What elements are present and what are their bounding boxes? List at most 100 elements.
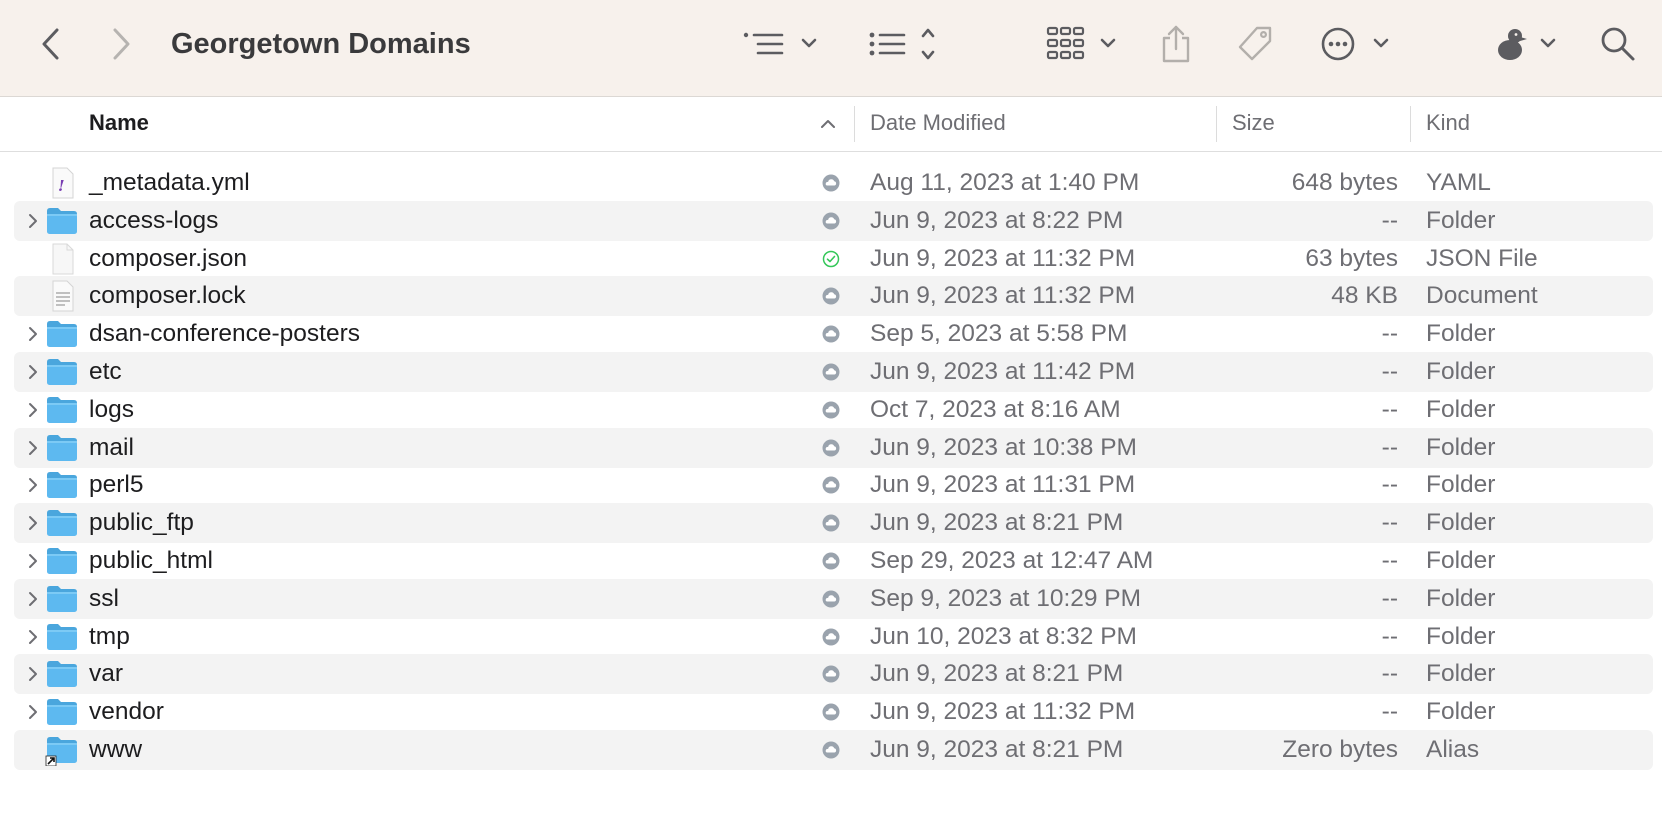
date-modified: Aug 11, 2023 at 1:40 PM — [870, 169, 1140, 196]
disclosure-triangle-icon[interactable] — [24, 703, 42, 721]
file-row[interactable]: public_html Sep 29, 2023 at 12:47 AM -- Fol… — [14, 541, 1653, 581]
file-name: etc — [89, 358, 122, 385]
file-kind: Folder — [1426, 206, 1496, 234]
file-row[interactable]: var Jun 9, 2023 at 8:21 PM -- Folder — [14, 654, 1653, 695]
file-row[interactable]: perl5 Jun 9, 2023 at 11:31 PM -- Folder — [14, 465, 1653, 505]
file-row[interactable]: ssl Sep 9, 2023 at 10:29 PM -- Folder — [14, 578, 1653, 619]
icloud-status-icon — [822, 287, 840, 305]
date-modified: Sep 5, 2023 at 5:58 PM — [870, 320, 1128, 348]
search-button[interactable] — [1598, 24, 1638, 64]
folder-icon — [45, 545, 79, 577]
file-name: vendor — [89, 698, 164, 726]
file-kind: Document — [1426, 282, 1538, 310]
tag-icon — [1238, 26, 1272, 61]
file-row[interactable]: logs Oct 7, 2023 at 8:16 AM -- Folder — [14, 390, 1653, 430]
disclosure-triangle-icon[interactable] — [24, 628, 42, 646]
file-kind: Folder — [1426, 698, 1496, 726]
column-divider[interactable] — [1410, 106, 1411, 142]
chevron-left-icon[interactable] — [34, 24, 68, 64]
disclosure-triangle-icon[interactable] — [24, 325, 42, 343]
file-kind: Folder — [1426, 471, 1496, 499]
disclosure-triangle-icon[interactable] — [24, 212, 42, 230]
file-name: composer.json — [89, 244, 247, 272]
file-size: -- — [1381, 206, 1398, 234]
disclosure-triangle-icon[interactable] — [24, 401, 42, 419]
column-name[interactable]: Name — [89, 97, 149, 151]
file-size: -- — [1381, 471, 1398, 499]
chevron-right-icon[interactable] — [104, 24, 138, 64]
icloud-status-icon — [822, 552, 840, 570]
file-row[interactable]: composer.json Jun 9, 2023 at 11:32 PM 63 b… — [14, 239, 1653, 279]
yaml-file-icon: ! — [45, 167, 79, 199]
column-divider[interactable] — [854, 106, 855, 142]
share-button[interactable] — [1158, 22, 1194, 66]
sync-complete-icon — [822, 250, 840, 268]
disclosure-triangle-icon[interactable] — [24, 665, 42, 683]
file-size: -- — [1381, 660, 1398, 688]
file-size: -- — [1381, 584, 1398, 612]
date-modified: Jun 9, 2023 at 11:32 PM — [870, 244, 1136, 272]
file-kind: JSON File — [1426, 244, 1538, 272]
file-row[interactable]: ! _metadata.yml Aug 11, 2023 at 1:40 PM 648… — [14, 163, 1653, 203]
column-size[interactable]: Size — [1232, 97, 1275, 151]
file-name: perl5 — [89, 471, 144, 499]
icloud-status-icon — [822, 703, 840, 721]
file-row[interactable]: composer.lock Jun 9, 2023 at 11:32 PM 48 K… — [14, 276, 1653, 317]
disclosure-triangle-icon[interactable] — [24, 552, 42, 570]
file-row[interactable]: vendor Jun 9, 2023 at 11:32 PM -- Folder — [14, 692, 1653, 732]
file-kind: Alias — [1426, 736, 1480, 763]
file-kind: Folder — [1426, 320, 1496, 348]
date-modified: Jun 9, 2023 at 8:21 PM — [870, 660, 1124, 688]
file-name: logs — [89, 395, 134, 423]
disclosure-triangle-icon[interactable] — [24, 439, 42, 457]
file-name: composer.lock — [89, 282, 246, 310]
file-name: access-logs — [89, 206, 219, 234]
tag-button[interactable] — [1234, 22, 1276, 66]
folder-icon — [45, 696, 79, 728]
disclosure-triangle-icon[interactable] — [24, 363, 42, 381]
column-header: Name Date Modified Size Kind — [0, 97, 1662, 152]
disclosure-triangle-icon[interactable] — [24, 590, 42, 608]
file-row[interactable]: access-logs Jun 9, 2023 at 8:22 PM -- Folde… — [14, 200, 1653, 241]
file-name: public_html — [89, 547, 213, 574]
folder-icon — [45, 583, 79, 615]
file-size: -- — [1381, 395, 1398, 423]
file-row[interactable]: tmp Jun 10, 2023 at 8:32 PM -- Folder — [14, 617, 1653, 657]
file-row[interactable]: mail Jun 9, 2023 at 10:38 PM -- Folder — [14, 427, 1653, 468]
folder-icon — [45, 205, 79, 237]
icon-grid-icon — [1046, 26, 1116, 60]
file-size: -- — [1381, 547, 1398, 574]
file-row[interactable]: www Jun 9, 2023 at 8:21 PM Zero bytes Alias — [14, 730, 1653, 770]
column-kind[interactable]: Kind — [1426, 97, 1470, 151]
sort-ascending-icon[interactable] — [818, 115, 838, 133]
disclosure-triangle-icon[interactable] — [24, 476, 42, 494]
column-divider[interactable] — [1216, 106, 1217, 142]
column-date-modified[interactable]: Date Modified — [870, 97, 1006, 151]
profile-button[interactable] — [1496, 24, 1558, 64]
file-row[interactable]: public_ftp Jun 9, 2023 at 8:21 PM -- Folder — [14, 503, 1653, 544]
folder-icon — [45, 356, 79, 388]
date-modified: Jun 9, 2023 at 11:32 PM — [870, 698, 1136, 726]
file-size: -- — [1381, 698, 1398, 726]
folder-icon — [45, 394, 79, 426]
list-view-button[interactable] — [868, 24, 940, 64]
folder-icon — [45, 318, 79, 350]
group-by-icon — [743, 32, 817, 55]
more-actions-button[interactable] — [1320, 24, 1390, 64]
file-size: 648 bytes — [1291, 169, 1398, 196]
disclosure-triangle-icon[interactable] — [24, 514, 42, 532]
group-by-button[interactable] — [742, 26, 824, 62]
folder-icon — [45, 621, 79, 653]
more-actions-icon — [1321, 27, 1389, 61]
toolbar: Georgetown Domains — [0, 0, 1662, 97]
file-size: -- — [1381, 622, 1398, 650]
file-name: tmp — [89, 622, 130, 650]
file-row[interactable]: etc Jun 9, 2023 at 11:42 PM -- Folder — [14, 352, 1653, 392]
file-row[interactable]: dsan-conference-posters Sep 5, 2023 at 5:… — [14, 314, 1653, 354]
folder-icon — [45, 507, 79, 539]
file-name: ssl — [89, 584, 119, 612]
icon-grid-button[interactable] — [1046, 24, 1118, 64]
svg-text:!: ! — [58, 177, 65, 195]
icloud-status-icon — [822, 476, 840, 494]
icloud-status-icon — [822, 514, 840, 532]
